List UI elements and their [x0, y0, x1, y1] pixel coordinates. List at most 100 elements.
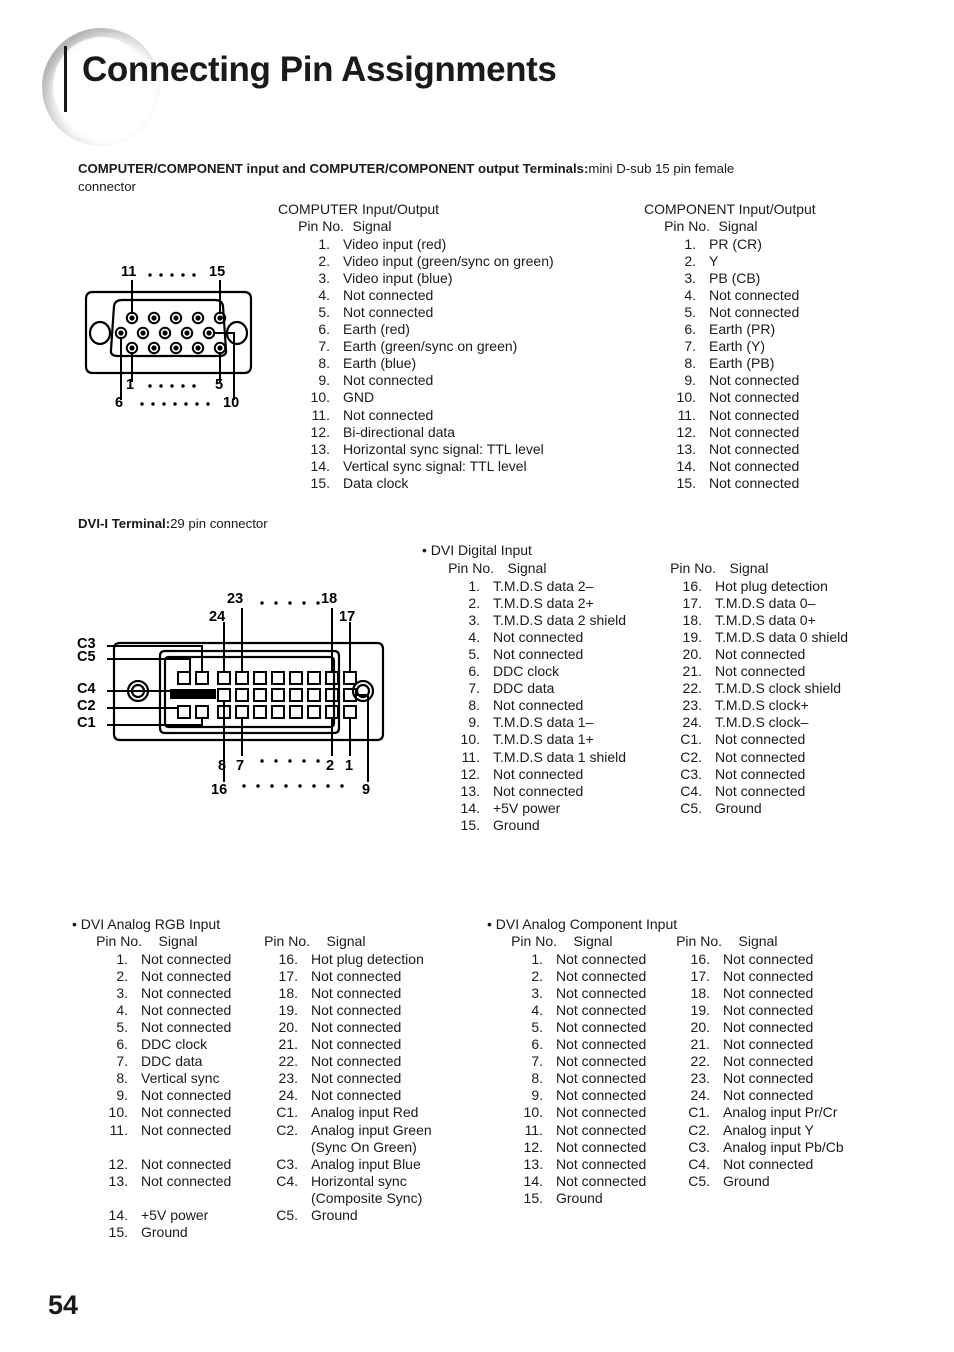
pin-signal: Not connected [556, 1001, 647, 1018]
pin-row: 21. Not connected [258, 1036, 432, 1053]
pin-number: 13. [108, 1172, 128, 1189]
dvi-label-1: 1 [345, 758, 354, 774]
pin-number: 24. [278, 1087, 298, 1104]
pin-row: 4. Not connected [495, 1002, 646, 1019]
pin-number: 7. [318, 338, 330, 355]
pin-signal: Not connected [715, 782, 806, 799]
pin-number: 24. [682, 714, 702, 731]
pin-number: 1. [116, 950, 128, 967]
pin-row: 8. Vertical sync [80, 1070, 231, 1087]
pin-signal: Not connected [556, 950, 647, 967]
pin-row: 4. Not connected [644, 287, 816, 304]
pin-row: 4. Not connected [80, 1002, 231, 1019]
pin-signal: DDC data [493, 680, 555, 697]
dvi-label-8: 8 [218, 758, 227, 774]
dsub-label-5: 5 [215, 377, 224, 393]
pin-row: 11. Not connected [278, 407, 554, 424]
pin-number: 17. [690, 967, 710, 984]
pin-number: 10. [523, 1104, 543, 1121]
pin-row: 2. Not connected [80, 968, 231, 985]
pin-signal: Not connected [715, 765, 806, 782]
pin-row: 10. GND [278, 389, 554, 406]
pin-row: 3. Not connected [80, 985, 231, 1002]
dsub-label-6: 6 [115, 395, 124, 411]
dvi-digital-left-headers: Pin No. Signal [428, 560, 626, 578]
pin-number: 8. [116, 1070, 128, 1087]
pin-row: 10. Not connected [495, 1104, 647, 1121]
pin-number: 17. [278, 967, 298, 984]
pin-signal [128, 1190, 141, 1207]
pin-signal: Analog input Pb/Cb [723, 1138, 844, 1155]
pin-signal: +5V power [141, 1207, 209, 1223]
dvi-comp-right-rows: 16. Not connected 17. Not connected 18. Not c… [670, 950, 844, 1190]
pin-row [258, 1224, 432, 1241]
pin-number: C5. [688, 1172, 710, 1189]
pin-signal: Bi-directional data [343, 423, 456, 440]
pin-signal: Horizontal sync signal: TTL level [343, 440, 544, 457]
pin-number: 15. [310, 474, 330, 491]
pin-number: 8. [684, 355, 696, 372]
pin-number: 11. [524, 1121, 543, 1138]
component-io-pin-table: COMPONENT Input/Output Pin No. Signal 1.… [644, 201, 816, 492]
dvi-digital-input-right-table: Pin No. Signal 16. Hot plug detection 17. T… [654, 560, 848, 817]
header-vertical-rule [64, 46, 67, 112]
pin-row: 23. Not connected [258, 1070, 432, 1087]
pin-signal: Not connected [709, 389, 800, 406]
pin-signal: Analog input Red [311, 1104, 419, 1121]
pin-row: 2. Not connected [495, 968, 646, 985]
pin-signal: T.M.D.S data 1+ [493, 731, 594, 748]
pin-number: 7. [116, 1053, 128, 1070]
pin-row: 8. Earth (blue) [278, 355, 554, 372]
pin-number: 16. [682, 577, 702, 594]
pin-row: 7. Earth (Y) [644, 338, 816, 355]
pin-number: C1. [680, 731, 702, 748]
pin-row: 6. DDC clock [428, 663, 626, 680]
pin-number: 23. [690, 1070, 710, 1087]
pin-row: 18. T.M.D.S data 0+ [654, 612, 848, 629]
pin-row: 24. Not connected [670, 1087, 844, 1104]
pin-number: 16. [690, 950, 710, 967]
pin-number: 4. [468, 628, 480, 645]
pin-signal: Not connected [556, 1053, 647, 1070]
pin-number: 5. [531, 1018, 543, 1035]
dvi-analog-component-right-table: Pin No. Signal 16. Not connected 17. Not co… [670, 933, 844, 1190]
page-number: 54 [48, 1290, 79, 1320]
pin-number: 14. [310, 457, 330, 474]
pin-number: 13. [310, 440, 330, 457]
pin-row: 20. Not connected [654, 646, 848, 663]
pin-row: C5. Ground [670, 1173, 844, 1190]
pin-signal: T.M.D.S data 2 shield [493, 611, 627, 628]
pin-row [80, 1139, 231, 1156]
computer-io-title: COMPUTER Input/Output [278, 201, 440, 217]
pin-number: 5. [116, 1018, 128, 1035]
mini-d-sub-15-connector-svg [84, 273, 253, 406]
pin-row: 3. T.M.D.S data 2 shield [428, 612, 626, 629]
pin-number: 5. [468, 645, 480, 662]
pin-row: 13. Not connected [428, 783, 626, 800]
dvi-label-c4: C4 [77, 681, 96, 697]
pin-number: 1. [318, 235, 330, 252]
pin-row: 21. Not connected [670, 1036, 844, 1053]
pin-signal: Hot plug detection [311, 950, 424, 967]
pin-row: 7. Earth (green/sync on green) [278, 338, 554, 355]
pin-signal: Not connected [556, 1121, 647, 1138]
pin-signal: Video input (red) [343, 235, 447, 252]
pin-number: 23. [682, 697, 702, 714]
pin-signal: Not connected [723, 950, 814, 967]
pin-number: 21. [278, 1036, 298, 1053]
pin-number: 19. [690, 1001, 710, 1018]
pin-signal: Not connected [343, 372, 434, 389]
pin-row: 23. Not connected [670, 1070, 844, 1087]
pin-signal: T.M.D.S data 0 shield [715, 628, 849, 645]
pin-row: 14. Not connected [495, 1173, 647, 1190]
pin-signal: Hot plug detection [715, 577, 828, 594]
pin-number: 7. [684, 338, 696, 355]
pin-signal: Not connected [311, 1001, 402, 1018]
pin-row: 17. T.M.D.S data 0– [654, 595, 848, 612]
pin-number: 9. [684, 372, 696, 389]
dvi-rgb-left-col-signal: Signal [158, 933, 198, 949]
dvi-label-9: 9 [362, 782, 371, 798]
dvi-analog-rgb-title: • DVI Analog RGB Input [72, 916, 221, 932]
pin-row: 13. Not connected [495, 1156, 647, 1173]
pin-row: 5. Not connected [428, 646, 626, 663]
